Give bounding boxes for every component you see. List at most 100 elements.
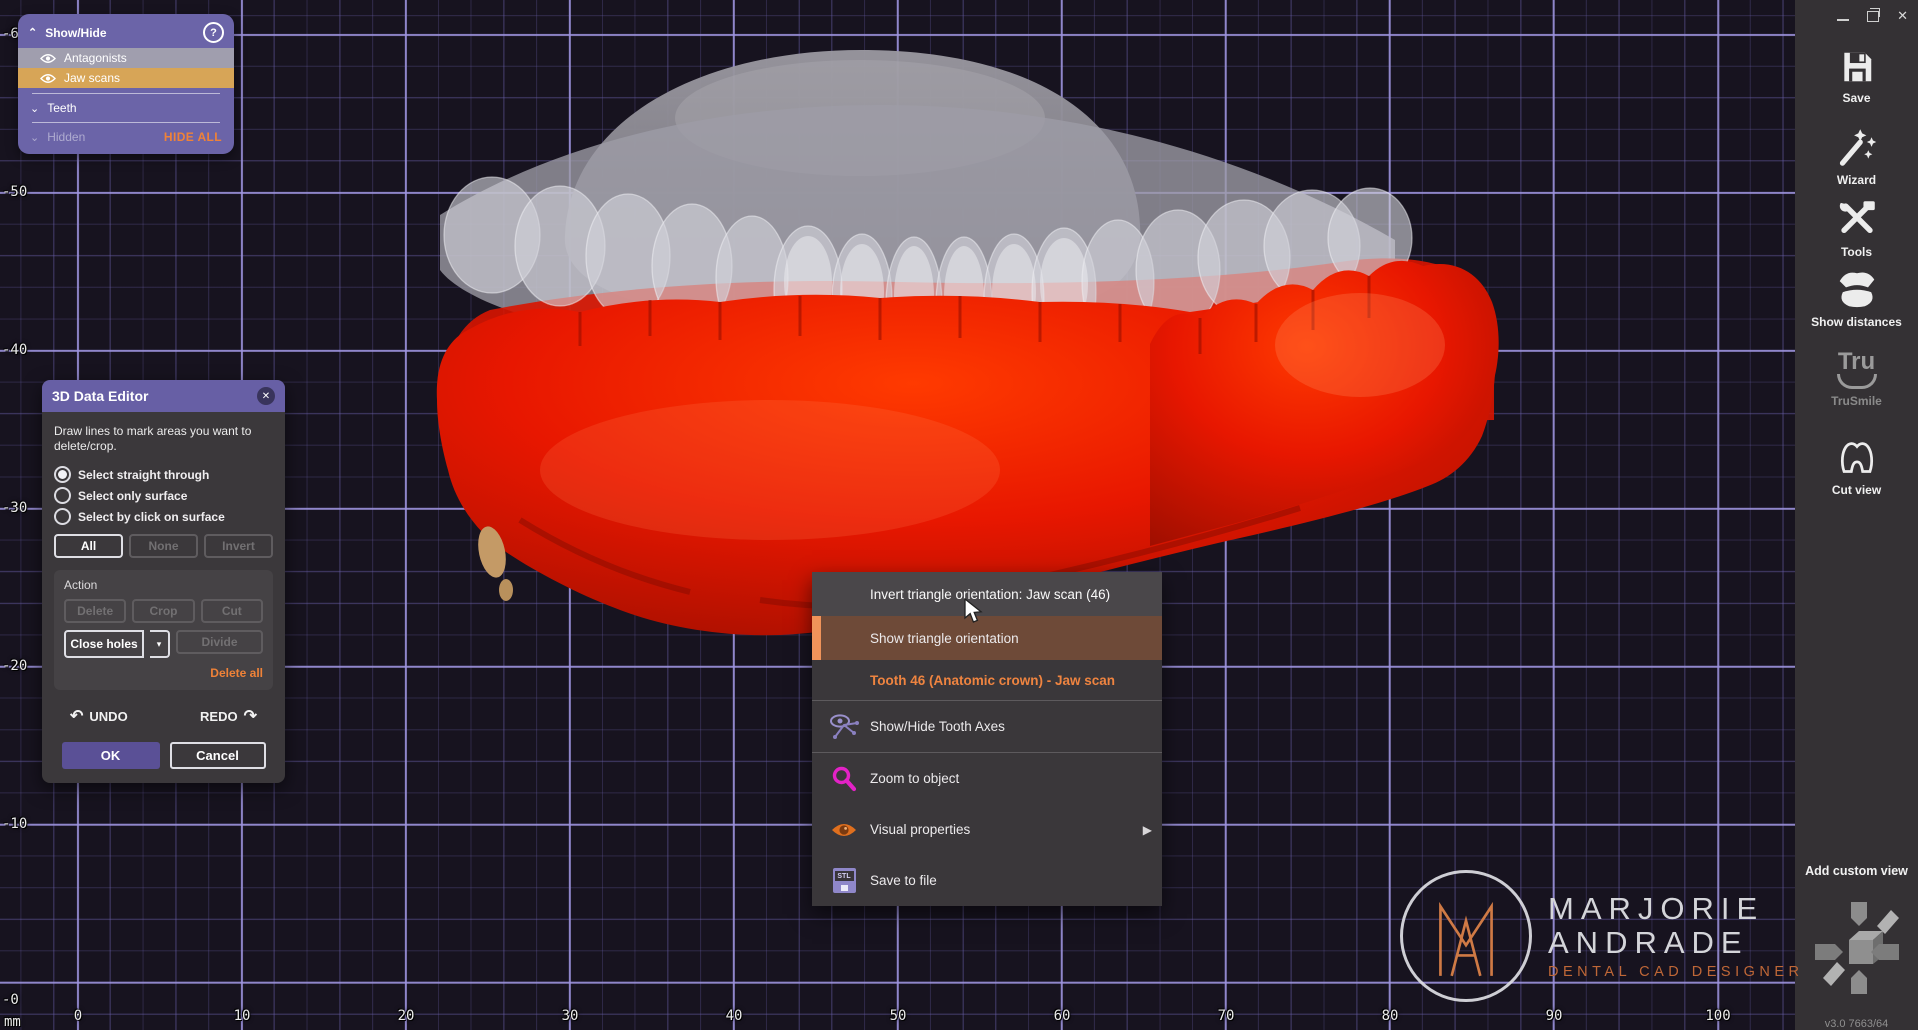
context-menu: Invert triangle orientation: Jaw scan (4… xyxy=(812,572,1162,906)
menu-item-invert-triangle-orientation[interactable]: Invert triangle orientation: Jaw scan (4… xyxy=(812,572,1162,616)
trusmile-button[interactable]: Tru TruSmile xyxy=(1795,352,1918,408)
radio-select-straight-through[interactable]: Select straight through xyxy=(54,466,273,483)
chevron-down-icon: ⌄ xyxy=(30,131,39,144)
magnifier-icon xyxy=(828,766,860,792)
ruler-x-label: 20 xyxy=(398,1008,415,1024)
eye-icon xyxy=(40,53,56,64)
menu-item-label: Invert triangle orientation: Jaw scan (4… xyxy=(870,587,1110,602)
delete-all-link[interactable]: Delete all xyxy=(64,666,263,680)
menu-item-label: Zoom to object xyxy=(870,771,959,786)
menu-item-visual-properties[interactable]: Visual properties ▶ xyxy=(812,804,1162,855)
crop-button[interactable]: Crop xyxy=(132,599,194,623)
3d-data-editor-dialog: 3D Data Editor ✕ Draw lines to mark area… xyxy=(42,380,285,783)
menu-item-show-triangle-orientation[interactable]: Show triangle orientation xyxy=(812,616,1162,660)
redo-icon: ↷ xyxy=(244,706,257,726)
none-button[interactable]: None xyxy=(129,534,198,558)
ruler-y-label: -30 xyxy=(2,500,27,516)
toolbar-sidebar: ✕ Save Wizard xyxy=(1795,0,1918,1030)
eye-icon xyxy=(40,73,56,84)
invert-button[interactable]: Invert xyxy=(204,534,273,558)
cut-view-icon xyxy=(1835,436,1879,478)
view-navigation-widget[interactable] xyxy=(1811,896,1903,1000)
show-distances-button[interactable]: Show distances xyxy=(1795,268,1918,329)
menu-item-zoom-to-object[interactable]: Zoom to object xyxy=(812,753,1162,804)
cut-button[interactable]: Cut xyxy=(201,599,263,623)
cut-view-button[interactable]: Cut view xyxy=(1795,436,1918,497)
stl-file-icon: STL xyxy=(828,868,860,893)
group-hidden[interactable]: ⌄ Hidden HIDE ALL xyxy=(18,128,234,146)
redo-button[interactable]: REDO ↷ xyxy=(200,706,257,726)
tool-label: TruSmile xyxy=(1831,394,1882,408)
close-holes-dropdown[interactable]: ▾ xyxy=(150,630,170,658)
radio-select-by-click[interactable]: Select by click on surface xyxy=(54,508,273,525)
window-close-button[interactable]: ✕ xyxy=(1897,8,1908,24)
layer-item-jaw-scans[interactable]: Jaw scans xyxy=(18,68,234,88)
menu-item-save-to-file[interactable]: STL Save to file xyxy=(812,855,1162,906)
wizard-button[interactable]: Wizard xyxy=(1795,126,1918,187)
tool-label: Tools xyxy=(1841,245,1872,259)
version-label: v3.0 7663/64 xyxy=(1795,1018,1918,1030)
radio-icon xyxy=(54,487,71,504)
tool-label: Show distances xyxy=(1811,315,1902,329)
radio-icon xyxy=(54,508,71,525)
menu-item-show-hide-tooth-axes[interactable]: Show/Hide Tooth Axes xyxy=(812,701,1162,753)
add-custom-view-button[interactable]: Add custom view xyxy=(1795,864,1918,878)
ruler-x-label: 10 xyxy=(234,1008,251,1024)
restore-button[interactable] xyxy=(1867,11,1879,22)
layer-label: Antagonists xyxy=(64,51,127,65)
show-hide-panel: ⌃ Show/Hide ? Antagonists Jaw scans ⌄ Te… xyxy=(18,14,234,154)
tool-label: Wizard xyxy=(1837,173,1876,187)
collapse-icon[interactable]: ⌃ xyxy=(28,26,37,39)
delete-button[interactable]: Delete xyxy=(64,599,126,623)
tools-button[interactable]: Tools xyxy=(1795,198,1918,259)
save-button[interactable]: Save xyxy=(1795,48,1918,105)
undo-label: UNDO xyxy=(89,709,127,724)
group-label: Hidden xyxy=(47,130,85,144)
action-group: Action Delete Crop Cut Close holes ▾ Div… xyxy=(54,570,273,690)
radio-label: Select only surface xyxy=(78,489,187,503)
app-window: -60 -50 -40 -30 -20 -10 -0 mm 0 10 20 30… xyxy=(0,0,1918,1030)
ruler-x-label: 70 xyxy=(1218,1008,1235,1024)
dialog-title: 3D Data Editor xyxy=(52,388,148,404)
ruler-y-label: -20 xyxy=(2,658,27,674)
dialog-description: Draw lines to mark areas you want to del… xyxy=(54,424,273,454)
ruler-x-label: 60 xyxy=(1054,1008,1071,1024)
close-holes-button[interactable]: Close holes xyxy=(64,630,144,658)
radio-icon xyxy=(54,466,71,483)
help-icon[interactable]: ? xyxy=(203,22,224,43)
trusmile-icon: Tru xyxy=(1837,352,1877,389)
undo-button[interactable]: ↶ UNDO xyxy=(70,706,128,726)
wizard-icon xyxy=(1836,126,1878,168)
submenu-arrow-icon: ▶ xyxy=(1143,823,1152,837)
minimize-button[interactable] xyxy=(1837,19,1849,21)
hide-all-button[interactable]: HIDE ALL xyxy=(164,130,222,144)
chevron-down-icon: ⌄ xyxy=(30,102,39,115)
all-button[interactable]: All xyxy=(54,534,123,558)
cancel-button[interactable]: Cancel xyxy=(170,742,266,769)
undo-icon: ↶ xyxy=(70,706,83,726)
save-icon xyxy=(1838,48,1876,86)
radio-label: Select by click on surface xyxy=(78,510,225,524)
menu-item-label: Show/Hide Tooth Axes xyxy=(870,719,1005,734)
redo-label: REDO xyxy=(200,709,238,724)
tool-label: Save xyxy=(1842,91,1870,105)
dialog-titlebar[interactable]: 3D Data Editor ✕ xyxy=(42,380,285,412)
ok-button[interactable]: OK xyxy=(62,742,160,769)
radio-select-only-surface[interactable]: Select only surface xyxy=(54,487,273,504)
group-label: Teeth xyxy=(47,101,76,115)
ruler-y-label: -0 xyxy=(2,992,19,1008)
ruler-unit-label: mm xyxy=(4,1014,21,1030)
group-teeth[interactable]: ⌄ Teeth xyxy=(18,99,234,117)
ruler-y-label: -10 xyxy=(2,816,27,832)
ruler-x-label: 30 xyxy=(562,1008,579,1024)
close-icon[interactable]: ✕ xyxy=(257,387,275,405)
tooth-axes-icon xyxy=(828,713,860,741)
layer-item-antagonists[interactable]: Antagonists xyxy=(18,48,234,68)
divider xyxy=(32,93,220,94)
menu-header-label: Tooth 46 (Anatomic crown) - Jaw scan xyxy=(870,673,1115,688)
divide-button[interactable]: Divide xyxy=(176,630,263,654)
show-distances-icon xyxy=(1835,268,1879,310)
tools-icon xyxy=(1836,198,1878,240)
ruler-x-label: 100 xyxy=(1705,1008,1730,1024)
ruler-x-label: 0 xyxy=(74,1008,82,1024)
